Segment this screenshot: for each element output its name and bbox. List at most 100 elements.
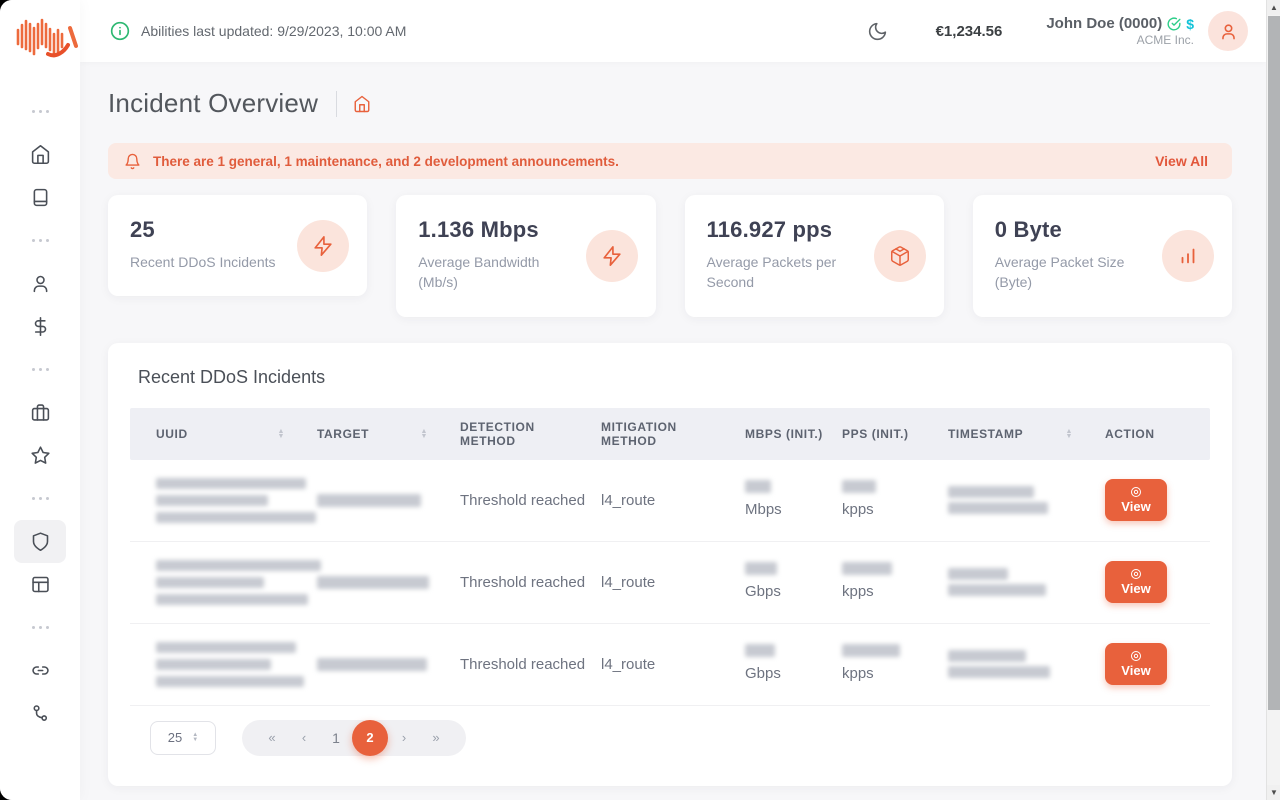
cell-pps: kpps (836, 632, 942, 696)
sidebar-item-user[interactable] (14, 262, 66, 305)
page-button-2-active[interactable]: 2 (352, 720, 388, 756)
view-button[interactable]: View (1105, 561, 1167, 603)
route-icon (30, 703, 51, 724)
redacted-timestamp (948, 650, 1026, 662)
cell-mitigation: l4_route (595, 478, 739, 523)
title-divider (336, 91, 337, 117)
stat-value: 116.927 pps (707, 217, 860, 243)
dollar-badge-icon: $ (1186, 16, 1194, 32)
redacted-timestamp (948, 502, 1048, 514)
redacted-uuid (156, 659, 271, 670)
redacted-value (745, 644, 775, 657)
user-name: John Doe (0000) (1046, 15, 1162, 32)
scrollbar[interactable]: ▲ ▼ (1266, 0, 1280, 800)
link-icon (30, 660, 51, 681)
redacted-timestamp (948, 584, 1046, 596)
page-size-select[interactable]: 25 ▲▼ (150, 721, 216, 755)
last-page-button[interactable]: » (420, 730, 452, 745)
stat-card-incidents: 25 Recent DDoS Incidents (108, 195, 367, 296)
cell-pps: kpps (836, 550, 942, 614)
company-name: ACME Inc. (1046, 33, 1194, 47)
redacted-timestamp (948, 666, 1050, 678)
table-header: UUID ▲▼ TARGET ▲▼ DETECTION METHOD MITIG… (130, 408, 1210, 460)
column-header-action: ACTION (1099, 408, 1210, 460)
cell-detection: Threshold reached (454, 642, 595, 687)
redacted-uuid (156, 495, 268, 506)
account-balance: €1,234.56 (936, 23, 1003, 40)
sidebar-item-billing[interactable] (14, 305, 66, 348)
table-row: Threshold reached l4_route Gbps kpps (130, 624, 1210, 706)
sidebar-item-routing[interactable] (14, 692, 66, 735)
column-header-pps: PPS (INIT.) (836, 408, 942, 460)
sidebar-item-book[interactable] (14, 176, 66, 219)
pps-unit: kpps (842, 583, 874, 600)
prev-page-button[interactable]: ‹ (288, 730, 320, 745)
view-all-link[interactable]: View All (1155, 153, 1208, 169)
sidebar-item-ddos-protection[interactable] (14, 520, 66, 563)
page-title: Incident Overview (108, 88, 318, 119)
info-icon (110, 21, 130, 41)
mbps-unit: Gbps (745, 583, 781, 600)
home-icon (30, 144, 51, 165)
abilities-status: Abilities last updated: 9/29/2023, 10:00… (110, 21, 406, 41)
sidebar-section-dots (32, 348, 49, 391)
sidebar-item-favorites[interactable] (14, 434, 66, 477)
stat-label: Average Packets per Second (707, 252, 860, 293)
eye-icon (1130, 650, 1142, 662)
topbar: Abilities last updated: 9/29/2023, 10:00… (80, 0, 1266, 62)
cell-mbps: Gbps (739, 632, 836, 696)
page-button-1[interactable]: 1 (320, 730, 352, 746)
stat-label: Recent DDoS Incidents (130, 252, 283, 272)
sidebar-item-links[interactable] (14, 649, 66, 692)
cell-timestamp (942, 552, 1099, 612)
cell-mbps: Gbps (739, 550, 836, 614)
pagination: 25 ▲▼ « ‹ 1 2 › » (150, 720, 1210, 756)
redacted-target (317, 576, 429, 589)
sort-icon: ▲▼ (277, 429, 285, 439)
logo[interactable] (14, 14, 78, 60)
stat-card-packet-size: 0 Byte Average Packet Size (Byte) (973, 195, 1232, 317)
scroll-up-arrow-icon[interactable]: ▲ (1267, 0, 1280, 15)
panel-title: Recent DDoS Incidents (138, 367, 1210, 388)
view-button[interactable]: View (1105, 479, 1167, 521)
next-page-button[interactable]: › (388, 730, 420, 745)
breadcrumb-home[interactable] (353, 95, 371, 113)
cube-icon (889, 245, 911, 267)
redacted-value (842, 562, 892, 575)
abilities-status-text: Abilities last updated: 9/29/2023, 10:00… (141, 23, 406, 39)
shield-icon (30, 531, 51, 552)
eye-icon (1130, 568, 1142, 580)
user-icon (30, 273, 51, 294)
cell-uuid (130, 542, 311, 623)
sidebar-section-dots (32, 219, 49, 262)
column-header-mitigation: MITIGATION METHOD (595, 408, 739, 460)
first-page-button[interactable]: « (256, 730, 288, 745)
redacted-timestamp (948, 486, 1034, 498)
dark-mode-toggle[interactable] (867, 21, 888, 42)
redacted-uuid (156, 577, 264, 588)
stat-value: 0 Byte (995, 217, 1148, 243)
cell-target (311, 564, 454, 601)
avatar[interactable] (1208, 11, 1248, 51)
view-button[interactable]: View (1105, 643, 1167, 685)
zap-icon (601, 245, 623, 267)
sidebar-item-home[interactable] (14, 133, 66, 176)
column-header-target[interactable]: TARGET ▲▼ (311, 408, 454, 460)
scrollbar-thumb[interactable] (1268, 16, 1280, 710)
table-row: Threshold reached l4_route Gbps kpps (130, 542, 1210, 624)
eye-icon (1130, 486, 1142, 498)
logo-waveform-icon (14, 14, 78, 60)
announcement-text: There are 1 general, 1 maintenance, and … (153, 154, 619, 169)
stat-label: Average Bandwidth (Mb/s) (418, 252, 571, 293)
column-header-timestamp[interactable]: TIMESTAMP ▲▼ (942, 408, 1099, 460)
column-header-uuid[interactable]: UUID ▲▼ (130, 408, 311, 460)
cell-pps: kpps (836, 468, 942, 532)
scroll-down-arrow-icon[interactable]: ▼ (1267, 785, 1280, 800)
sidebar-item-services[interactable] (14, 391, 66, 434)
incidents-panel: Recent DDoS Incidents UUID ▲▼ TARGET ▲▼ … (108, 343, 1232, 786)
user-menu[interactable]: John Doe (0000) $ ACME Inc. (1046, 15, 1194, 47)
sort-icon: ▲▼ (420, 429, 428, 439)
briefcase-icon (30, 402, 51, 423)
redacted-uuid (156, 512, 316, 523)
sidebar-item-tables[interactable] (14, 563, 66, 606)
